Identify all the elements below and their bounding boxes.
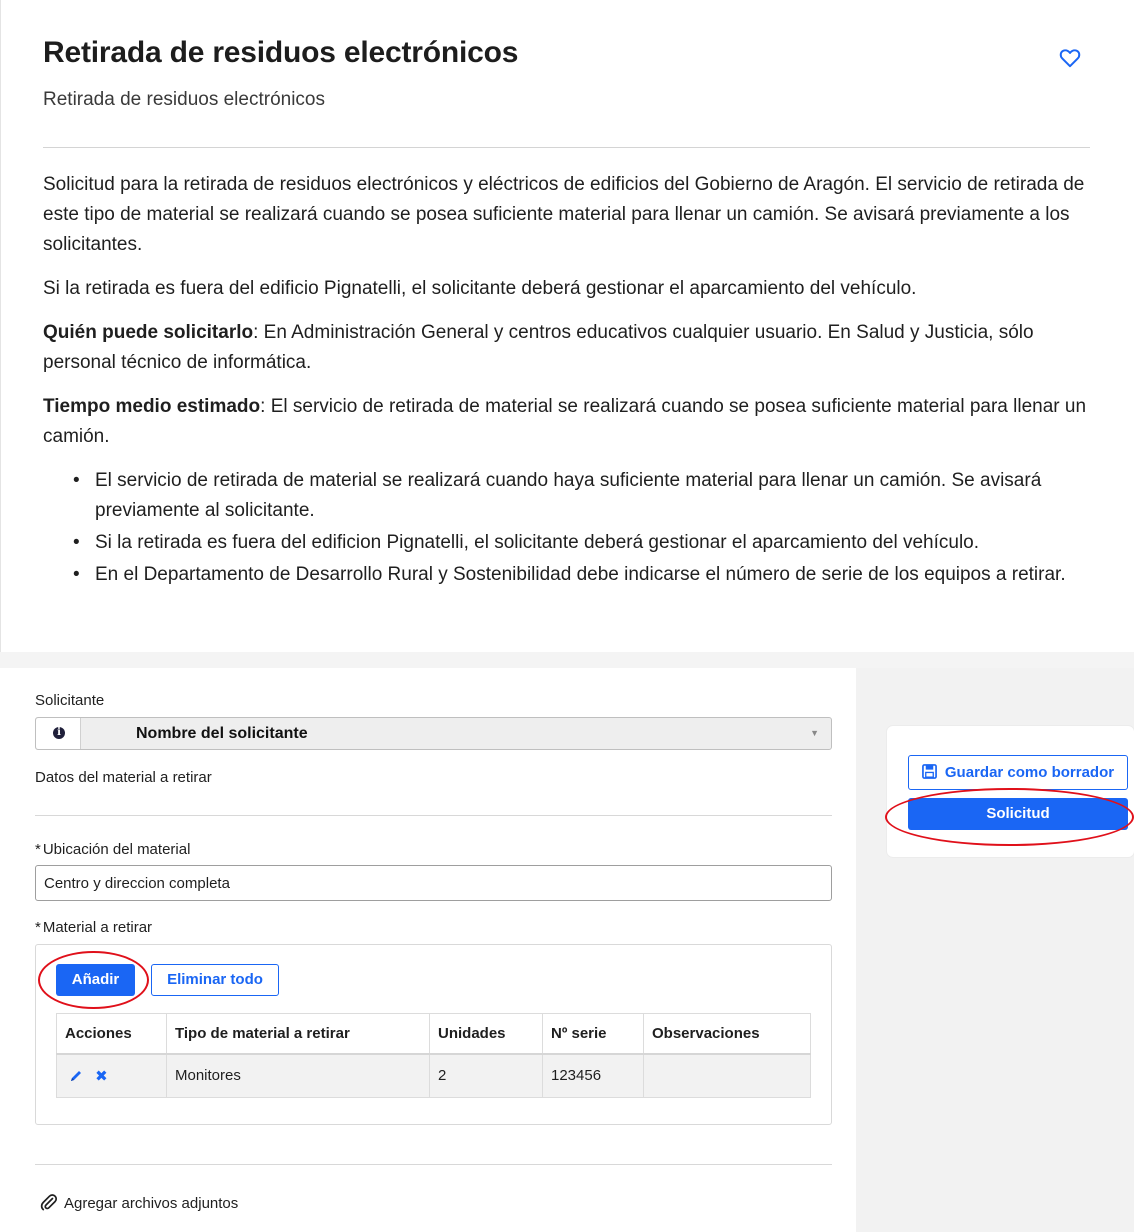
required-mark: *: [35, 841, 41, 858]
applicant-label: Solicitante: [35, 692, 105, 709]
divider: [35, 1164, 832, 1165]
list-item: Si la retirada es fuera del edificion Pi…: [73, 528, 1093, 558]
pencil-icon[interactable]: [69, 1069, 83, 1083]
table-header-row: Acciones Tipo de material a retirar Unid…: [56, 1013, 811, 1055]
info-cell: i: [36, 718, 81, 749]
material-table: Acciones Tipo de material a retirar Unid…: [56, 1013, 811, 1098]
who-can-request: Quién puede solicitarlo: En Administraci…: [43, 318, 1093, 378]
material-type-cell: Monitores: [166, 1053, 430, 1098]
column-header[interactable]: Tipo de material a retirar: [166, 1013, 430, 1055]
time-label: Tiempo medio estimado: [43, 396, 261, 417]
divider: [35, 815, 832, 816]
location-label-text: Ubicación del material: [42, 841, 191, 858]
column-header[interactable]: Acciones: [56, 1013, 167, 1055]
applicant-select[interactable]: i Nombre del solicitante ▼: [35, 717, 832, 750]
required-mark: *: [35, 919, 41, 936]
clear-all-button[interactable]: Eliminar todo: [151, 964, 279, 996]
column-header[interactable]: Unidades: [429, 1013, 543, 1055]
save-draft-button[interactable]: Guardar como borrador: [908, 755, 1128, 790]
location-label: * Ubicación del material: [35, 841, 190, 858]
delete-icon[interactable]: ✖: [95, 1067, 108, 1085]
page-title: Retirada de residuos electrónicos: [43, 36, 519, 69]
heart-icon[interactable]: [1059, 48, 1081, 68]
section-label: Datos del material a retirar: [35, 769, 212, 786]
floppy-disk-icon: [921, 764, 937, 779]
location-input[interactable]: Centro y direccion completa: [35, 865, 832, 901]
paperclip-icon: [40, 1194, 58, 1211]
list-item: En el Departamento de Desarrollo Rural y…: [73, 560, 1093, 590]
description-body: Solicitud para la retirada de residuos e…: [43, 170, 1093, 592]
actions-cell: ✖: [56, 1053, 167, 1098]
table-row[interactable]: ✖ Monitores 2 123456: [56, 1053, 811, 1098]
description-paragraph: Si la retirada es fuera del edificio Pig…: [43, 278, 917, 299]
serial-cell: 123456: [542, 1053, 644, 1098]
applicant-name: Nombre del solicitante: [136, 725, 308, 742]
who-label: Quién puede solicitarlo: [43, 322, 254, 343]
attach-label: Agregar archivos adjuntos: [64, 1195, 239, 1212]
service-description-panel: Retirada de residuos electrónicos Retira…: [0, 0, 1134, 652]
divider: [43, 147, 1090, 148]
attach-files-link[interactable]: Agregar archivos adjuntos: [40, 1193, 238, 1212]
section-gap: [0, 652, 1134, 668]
description-paragraph: Solicitud para la retirada de residuos e…: [43, 174, 1085, 255]
page-subtitle: Retirada de residuos electrónicos: [43, 89, 325, 110]
add-button[interactable]: Añadir: [56, 964, 135, 996]
save-draft-label: Guardar como borrador: [944, 764, 1115, 781]
material-label: * Material a retirar: [35, 919, 152, 936]
list-item: El servicio de retirada de material se r…: [73, 466, 1093, 526]
notes-list: El servicio de retirada de material se r…: [73, 466, 1093, 590]
estimated-time: Tiempo medio estimado: El servicio de re…: [43, 392, 1093, 452]
submit-request-button[interactable]: Solicitud: [908, 798, 1128, 830]
material-label-text: Material a retirar: [42, 919, 153, 936]
location-value: Centro y direccion completa: [44, 875, 230, 892]
column-header[interactable]: Observaciones: [643, 1013, 811, 1055]
units-cell: 2: [429, 1053, 543, 1098]
notes-cell: [643, 1053, 811, 1098]
chevron-down-icon[interactable]: ▼: [810, 728, 819, 738]
column-header[interactable]: Nº serie: [542, 1013, 644, 1055]
info-icon: i: [53, 727, 65, 739]
actions-card: [887, 726, 1134, 857]
